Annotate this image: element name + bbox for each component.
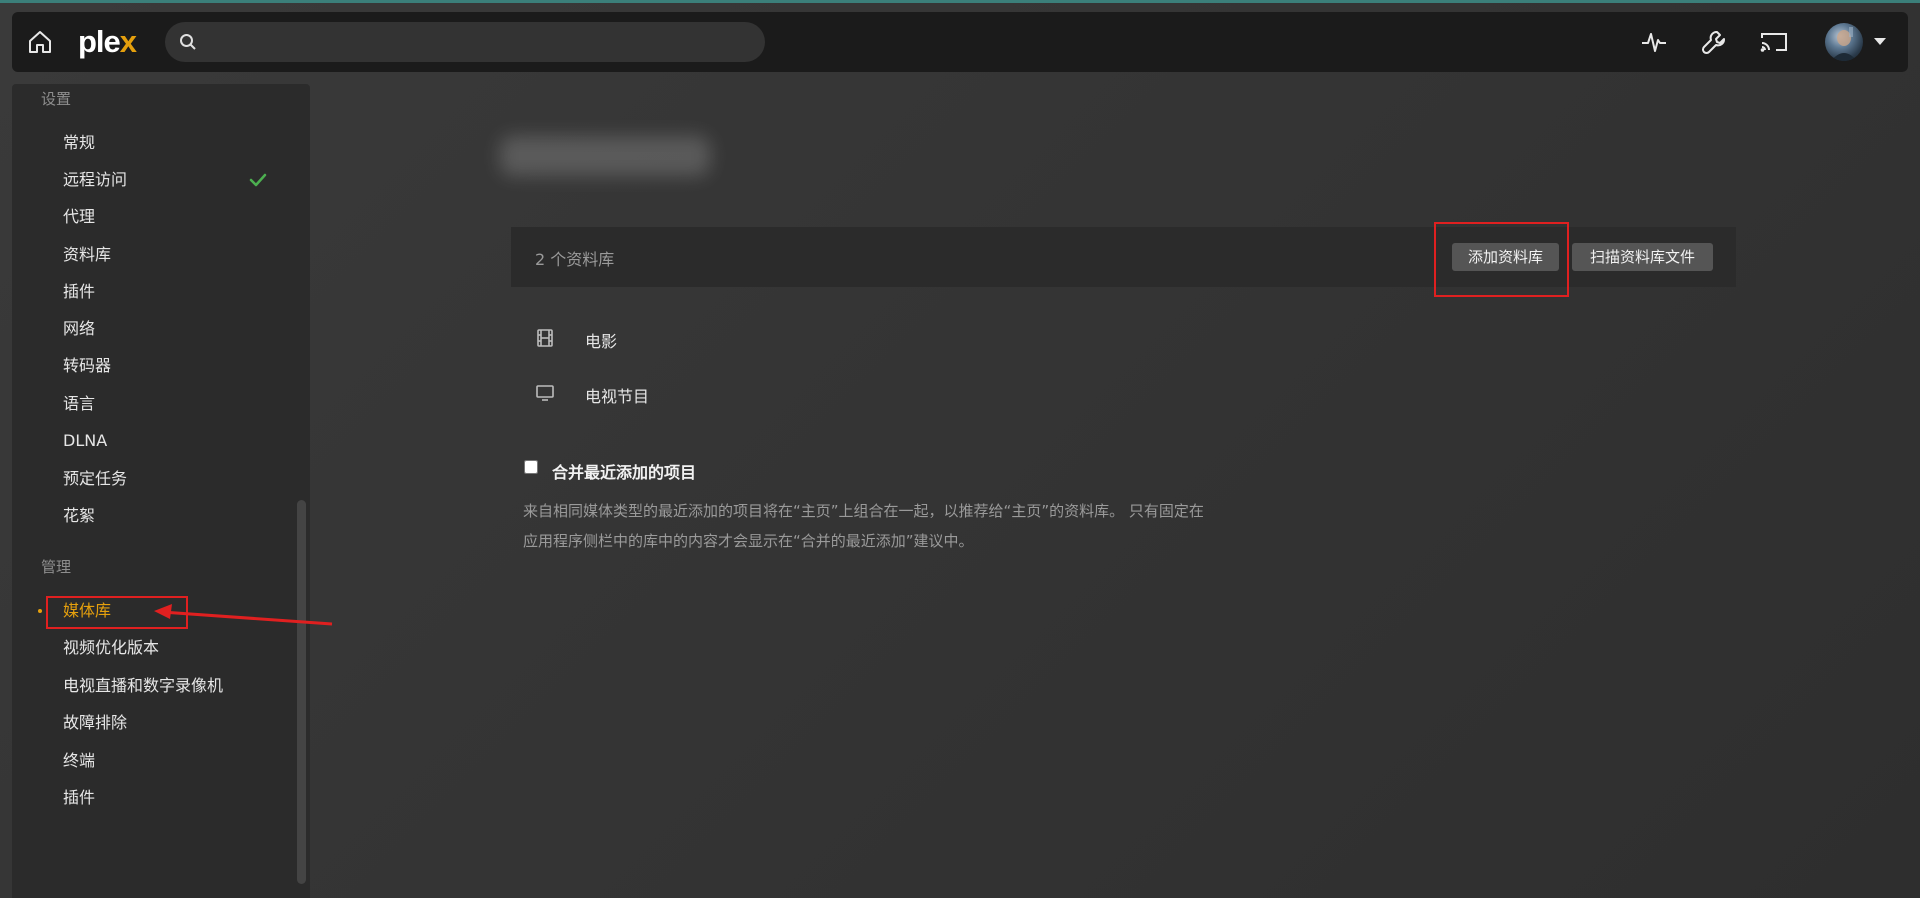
plex-logo[interactable]: plex (78, 25, 137, 59)
home-button[interactable] (22, 24, 58, 60)
sidebar-item-live-tv-dvr[interactable]: 电视直播和数字录像机 (63, 675, 223, 697)
merge-description-line-2: 应用程序侧栏中的库中的内容才会显示在“合并的最近添加”建议中。 (523, 532, 974, 550)
library-count: 2 个资料库 (535, 250, 615, 269)
library-label: 电视节目 (585, 387, 650, 406)
user-avatar[interactable] (1825, 23, 1863, 61)
sidebar-item-network[interactable]: 网络 (63, 318, 95, 340)
page-title-blurred (500, 136, 710, 176)
check-icon (249, 173, 267, 187)
merge-description: 来自相同媒体类型的最近添加的项目将在“主页”上组合在一起，以推荐给“主页”的资料… (523, 496, 1283, 556)
sidebar-section-settings: 设置 (41, 90, 72, 108)
library-item-movies[interactable]: 电影 (535, 324, 735, 354)
active-item-indicator (38, 609, 42, 613)
cast-icon (1760, 33, 1787, 52)
sidebar-item-library[interactable]: 资料库 (63, 244, 111, 266)
search-icon (180, 34, 196, 50)
merge-description-line-1: 来自相同媒体类型的最近添加的项目将在“主页”上组合在一起，以推荐给“主页”的资料… (523, 502, 1204, 520)
settings-button[interactable] (1698, 26, 1730, 58)
wrench-icon (1701, 31, 1725, 55)
settings-sidebar: 设置 常规 远程访问 代理 资料库 插件 网络 转码器 语言 DLNA 预定任务… (12, 84, 310, 898)
user-menu-caret-icon[interactable] (1874, 38, 1886, 45)
sidebar-item-optimized-versions[interactable]: 视频优化版本 (63, 637, 159, 659)
sidebar-item-general[interactable]: 常规 (63, 132, 95, 154)
search-box[interactable] (165, 22, 765, 62)
sidebar-scrollbar[interactable] (297, 500, 306, 884)
library-label: 电影 (585, 332, 618, 351)
sidebar-item-troubleshooting[interactable]: 故障排除 (63, 712, 127, 734)
scan-library-files-button[interactable]: 扫描资料库文件 (1572, 243, 1713, 271)
film-icon (537, 329, 553, 347)
sidebar-item-proxy[interactable]: 代理 (63, 206, 95, 228)
sidebar-item-remote-access[interactable]: 远程访问 (63, 169, 127, 191)
merge-recently-added-checkbox[interactable] (524, 460, 538, 474)
add-library-button[interactable]: 添加资料库 (1452, 243, 1559, 271)
sidebar-item-dlna[interactable]: DLNA (63, 430, 107, 452)
sidebar-item-plugins[interactable]: 插件 (63, 281, 95, 303)
sidebar-item-media-libraries[interactable]: 媒体库 (63, 600, 111, 622)
merge-recently-added-label[interactable]: 合并最近添加的项目 (552, 459, 696, 483)
library-toolbar: 2 个资料库 添加资料库 扫描资料库文件 (511, 227, 1736, 287)
top-navigation-bar: plex (12, 12, 1908, 72)
home-icon (29, 31, 51, 53)
search-input[interactable] (207, 33, 747, 51)
sidebar-item-devices[interactable]: 终端 (63, 750, 95, 772)
sidebar-item-scheduled-tasks[interactable]: 预定任务 (63, 468, 127, 490)
window-accent-strip (0, 0, 1920, 3)
activity-icon (1642, 33, 1666, 52)
sidebar-section-manage: 管理 (41, 558, 72, 576)
sidebar-item-language[interactable]: 语言 (63, 393, 95, 415)
sidebar-item-extras[interactable]: 花絮 (63, 505, 95, 527)
activity-button[interactable] (1638, 26, 1670, 58)
tv-icon (536, 385, 554, 401)
avatar-image (1831, 27, 1857, 61)
cast-button[interactable] (1758, 26, 1790, 58)
library-item-tv-shows[interactable]: 电视节目 (535, 379, 735, 409)
sidebar-item-manage-plugins[interactable]: 插件 (63, 787, 95, 809)
sidebar-item-transcoder[interactable]: 转码器 (63, 355, 111, 377)
